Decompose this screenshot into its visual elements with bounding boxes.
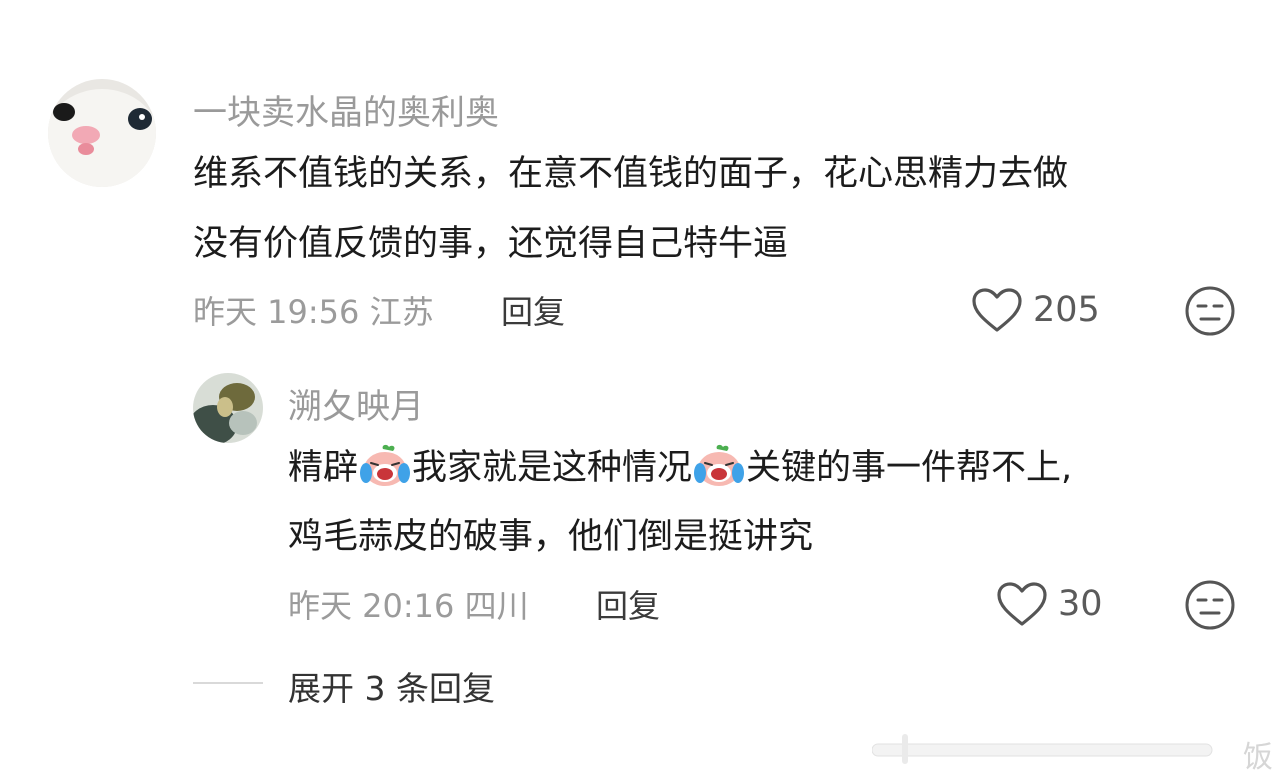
heart-outline-icon [997,582,1047,626]
watermark-text: 饭 [1243,740,1273,775]
crying-face-emoji [359,441,411,511]
reply-reply-button[interactable]: 回复 [596,581,660,627]
anime-avatar-image [193,373,263,443]
cat-avatar-image [48,79,156,187]
reply-text-seg-1: 精辟 [288,448,359,488]
comment-username[interactable]: 一块卖水晶的奥利奥 [193,85,499,134]
expand-divider [193,682,263,684]
comment-text-line-2: 没有价值反馈的事，还觉得自己特牛逼 [193,224,789,264]
crying-face-emoji [693,441,745,511]
reply-dislike-button[interactable] [1184,579,1236,635]
watermark [871,728,1242,778]
reply-username[interactable]: 溯夂映月 [288,379,424,428]
watermark-bar [871,734,1213,764]
reply-like-button[interactable]: 30 [996,581,1103,627]
comment-like-count: 205 [1033,290,1100,330]
user-avatar[interactable] [48,79,156,187]
comment-dislike-button[interactable] [1184,285,1236,341]
unamused-face-icon [1185,286,1235,336]
reply-text-line-1: 精辟 我家就是这种情况 关键的事一件帮不上, [288,433,1072,511]
comment-text-line-1: 维系不值钱的关系，在意不值钱的面子，花心思精力去做 [193,154,1069,194]
reply-text-line-2: 鸡毛蒜皮的破事，他们倒是挺讲究 [288,517,814,557]
reply-like-count: 30 [1058,584,1103,624]
comment-meta: 昨天 19:56 江苏 [193,287,434,333]
comment-location: 江苏 [369,293,434,331]
reply-text-seg-2: 我家就是这种情况 [412,448,693,488]
reply-meta: 昨天 20:16 四川 [288,581,529,627]
comment-like-button[interactable]: 205 [971,287,1100,333]
reply-time: 昨天 20:16 [288,587,455,625]
reply-user-avatar[interactable] [193,373,263,443]
reply-location: 四川 [464,587,529,625]
comment-reply-button[interactable]: 回复 [501,287,565,333]
comment-time: 昨天 19:56 [193,293,360,331]
heart-outline-icon [972,288,1022,332]
expand-replies-button[interactable]: 展开 3 条回复 [288,662,495,710]
unamused-face-icon [1185,580,1235,630]
reply-text-seg-3: 关键的事一件帮不上, [746,448,1073,488]
